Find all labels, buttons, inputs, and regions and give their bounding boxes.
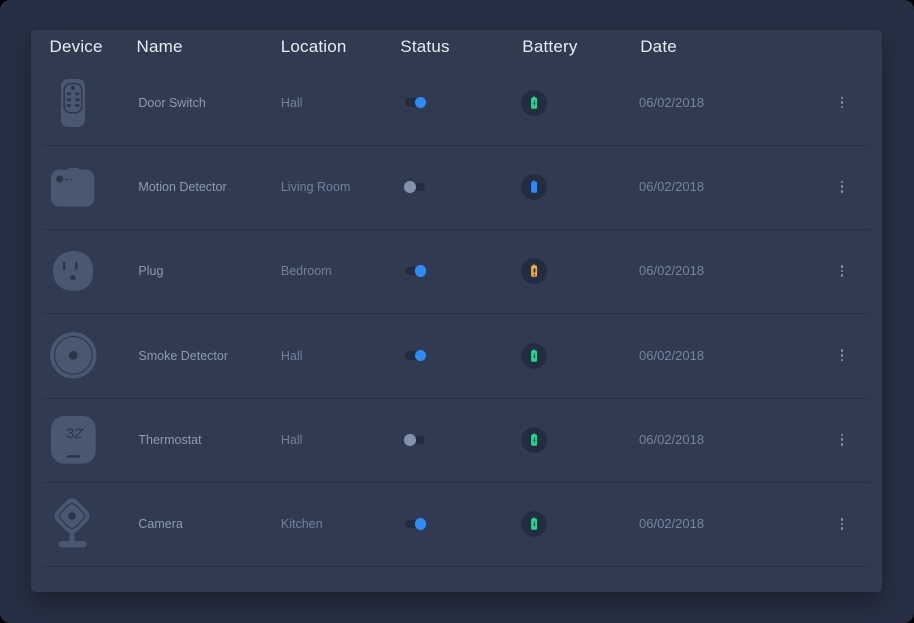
svg-text:32: 32 — [66, 425, 82, 441]
